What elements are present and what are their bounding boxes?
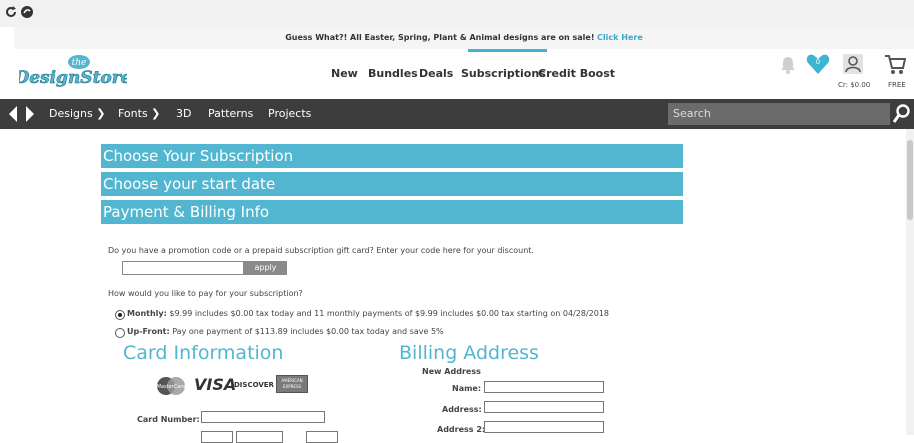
announcement-bar: Guess What?! All Easter, Spring, Plant &… — [14, 27, 914, 49]
apply-button[interactable]: apply — [244, 261, 287, 275]
scroll-right-icon[interactable] — [25, 106, 35, 122]
extension-icon[interactable] — [20, 5, 34, 19]
address-input[interactable] — [484, 401, 604, 413]
nav-fonts[interactable]: Fonts ❯ — [118, 107, 160, 120]
mastercard-wordmark: MasterCard — [157, 384, 187, 390]
mastercard-icon: MasterCard — [157, 377, 187, 395]
expiry-year-select[interactable] — [236, 431, 283, 443]
nav-bundles[interactable]: Bundles — [368, 67, 418, 80]
search-icon[interactable] — [893, 104, 911, 124]
name-label: Name: — [452, 384, 482, 393]
nav-new[interactable]: New — [331, 67, 358, 80]
cvv-input[interactable] — [306, 431, 338, 443]
name-input[interactable] — [484, 381, 604, 393]
monthly-text: $9.99 includes $0.00 tax today and 11 mo… — [169, 309, 610, 318]
card-number-input[interactable] — [201, 411, 325, 423]
nav-designs[interactable]: Designs ❯ — [49, 107, 105, 120]
promo-code-input[interactable] — [122, 261, 244, 275]
announcement-text: Guess What?! All Easter, Spring, Plant &… — [285, 33, 595, 42]
amex-icon: AMERICAN EXPRESS — [276, 375, 308, 393]
account-icon[interactable] — [842, 53, 864, 75]
announcement-link[interactable]: Click Here — [597, 33, 643, 42]
upfront-radio[interactable] — [115, 328, 125, 338]
scrollbar-thumb[interactable] — [907, 140, 913, 220]
upfront-text: Pay one payment of $113.89 includes $0.0… — [172, 327, 444, 336]
nav-credit-boost[interactable]: Credit Boost — [538, 67, 615, 80]
card-number-label: Card Number: — [137, 415, 200, 424]
address-label: Address: — [442, 405, 482, 414]
discover-icon: DISCOVER — [234, 381, 274, 389]
reload-icon[interactable] — [4, 5, 18, 19]
accordion-start-date[interactable]: Choose your start date — [101, 172, 683, 196]
monthly-radio[interactable] — [115, 310, 125, 320]
nav-deals[interactable]: Deals — [419, 67, 453, 80]
browser-toolbar — [0, 0, 914, 27]
logo-small-text: the — [72, 58, 87, 68]
wishlist-count: 0 — [815, 58, 821, 66]
main-nav: Designs ❯ Fonts ❯ 3D Patterns Projects S… — [0, 99, 914, 129]
card-info-heading: Card Information — [123, 342, 284, 364]
nav-3d[interactable]: 3D — [176, 107, 191, 120]
new-address-label: New Address — [422, 367, 481, 376]
scroll-left-icon[interactable] — [8, 106, 18, 122]
cart-icon[interactable] — [884, 53, 906, 75]
accordion-choose-subscription[interactable]: Choose Your Subscription — [101, 144, 683, 168]
upfront-option: Up-Front: Pay one payment of $113.89 inc… — [127, 327, 444, 336]
logo-main-text: DesignStore — [19, 68, 127, 88]
upfront-label: Up-Front: — [127, 327, 170, 336]
address2-label: Address 2: — [437, 425, 486, 434]
promo-question: Do you have a promotion code or a prepai… — [108, 246, 534, 255]
accordion-payment-billing[interactable]: Payment & Billing Info — [101, 200, 683, 224]
pay-question: How would you like to pay for your subsc… — [108, 289, 303, 298]
search-input[interactable]: Search — [668, 103, 890, 125]
expiry-month-select[interactable] — [201, 431, 233, 443]
nav-projects[interactable]: Projects — [268, 107, 311, 120]
monthly-label: Monthly: — [127, 309, 167, 318]
credit-balance: Cr: $0.00 — [838, 81, 871, 89]
bell-icon[interactable] — [778, 55, 798, 75]
site-logo[interactable]: the DesignStore — [19, 53, 127, 89]
nav-patterns[interactable]: Patterns — [208, 107, 253, 120]
visa-icon: VISA — [194, 375, 237, 394]
nav-subscriptions[interactable]: Subscriptions — [461, 67, 546, 80]
free-label: FREE — [888, 81, 906, 89]
monthly-option: Monthly: $9.99 includes $0.00 tax today … — [127, 309, 609, 318]
active-nav-indicator — [468, 49, 547, 52]
billing-heading: Billing Address — [399, 342, 539, 364]
site-header: the DesignStore New Bundles Deals Subscr… — [14, 49, 914, 99]
address2-input[interactable] — [484, 421, 604, 433]
